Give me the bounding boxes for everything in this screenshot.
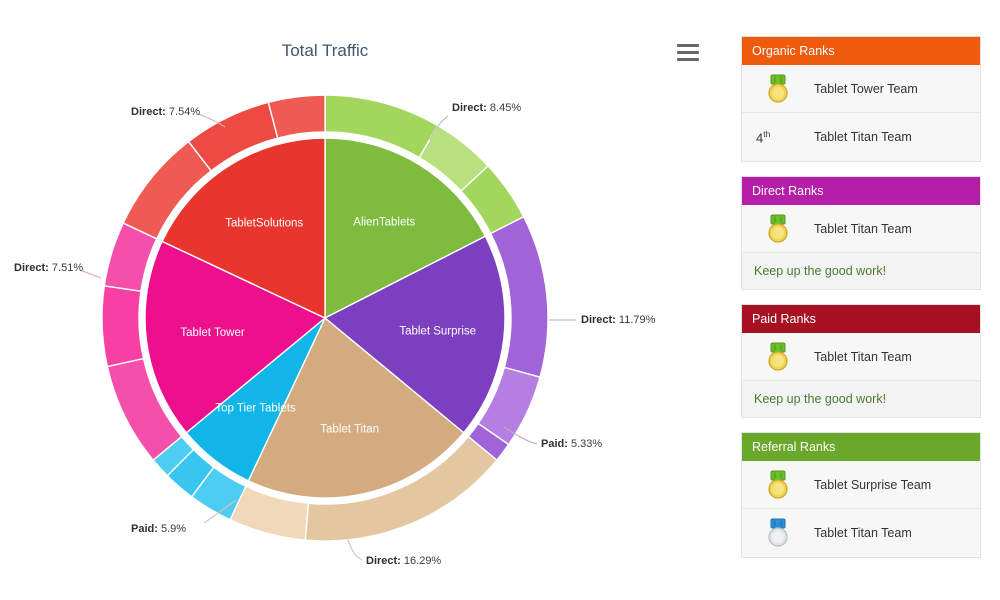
rank-row[interactable]: Tablet Titan Team — [742, 509, 980, 557]
rank-panel: Direct Ranks Tablet Titan Team Keep up the… — [741, 176, 981, 290]
rank-team-name: Tablet Titan Team — [814, 221, 912, 236]
rank-row[interactable]: Tablet Tower Team — [742, 65, 980, 113]
silver-medal-icon — [768, 518, 788, 547]
pie-slice-label: TabletSolutions — [225, 217, 303, 229]
rank-team-name: Tablet Titan Team — [814, 526, 912, 540]
pie-slice-label: Tablet Tower — [180, 327, 245, 339]
pie-slice-label: Tablet Titan — [320, 424, 379, 436]
callout-leader-line — [347, 539, 363, 561]
rank-panel: Paid Ranks Tablet Titan Team Keep up the g… — [741, 304, 981, 418]
callout-label: Paid: 5.33% — [541, 438, 602, 450]
rank-row[interactable]: Tablet Titan Team — [742, 205, 980, 253]
pie-slice-label: AlienTablets — [353, 216, 415, 228]
callout-label: Direct: 7.51% — [14, 262, 83, 274]
gold-medal-icon — [768, 214, 788, 243]
rank-panel: Organic Ranks Tablet Tower Team 4th Tablet … — [741, 36, 981, 162]
rank-panel-title: Paid Ranks — [742, 305, 980, 333]
rank-medal — [742, 518, 814, 548]
rank-medal — [742, 74, 814, 104]
rank-panel-title: Referral Ranks — [742, 433, 980, 461]
rank-medal — [742, 470, 814, 500]
rank-medal — [742, 214, 814, 244]
rank-ordinal: 4th — [756, 128, 771, 146]
pie-outer-segment[interactable] — [267, 94, 326, 139]
rank-row[interactable]: Tablet Surprise Team — [742, 461, 980, 509]
rank-panel-title: Organic Ranks — [742, 37, 980, 65]
gold-medal-icon — [768, 74, 788, 103]
callout-label: Direct: 8.45% — [452, 102, 521, 114]
rank-row[interactable]: 4th Tablet Titan Team — [742, 113, 980, 161]
traffic-chart-panel: Total Traffic AlienTablets Tablet Surpris… — [0, 0, 720, 600]
callout-leader-line — [79, 269, 102, 279]
gold-medal-icon — [768, 342, 788, 371]
callout-label: Direct: 7.54% — [131, 106, 200, 118]
callout-label: Direct: 11.79% — [581, 314, 656, 326]
callout-label: Direct: 16.29% — [366, 555, 441, 567]
pie-chart: AlienTablets Tablet Surprise Tablet Titan T… — [14, 94, 656, 567]
gold-medal-icon — [768, 470, 788, 499]
rank-note: Keep up the good work! — [742, 381, 980, 417]
rank-team-name: Tablet Titan Team — [814, 349, 912, 364]
rank-panel: Referral Ranks Tablet Surprise Team Tablet… — [741, 432, 981, 558]
inner-pie-group — [144, 137, 506, 499]
rank-medal — [742, 342, 814, 372]
rank-team-name: Tablet Tower Team — [814, 81, 918, 96]
rank-team-name: Tablet Titan Team — [814, 130, 912, 144]
rank-row[interactable]: Tablet Titan Team — [742, 333, 980, 381]
pie-slice-label: Top Tier Tablets — [215, 403, 296, 415]
ranks-column: Organic Ranks Tablet Tower Team 4th Tablet … — [741, 36, 981, 572]
pie-outer-segment[interactable] — [101, 285, 145, 368]
pie-slice-label: Tablet Surprise — [399, 325, 476, 337]
rank-note: Keep up the good work! — [742, 253, 980, 289]
rank-panel-title: Direct Ranks — [742, 177, 980, 205]
rank-team-name: Tablet Surprise Team — [814, 477, 932, 492]
callout-label: Paid: 5.9% — [131, 523, 186, 535]
dashboard-page: Total Traffic AlienTablets Tablet Surpris… — [0, 0, 1000, 600]
